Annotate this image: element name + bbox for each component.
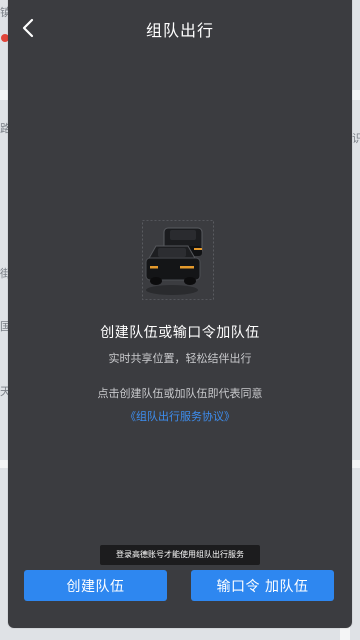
create-team-button[interactable]: 创建队伍: [24, 570, 167, 601]
join-with-code-button[interactable]: 输口令 加队伍: [191, 570, 334, 601]
page-title: 组队出行: [145, 21, 214, 40]
agreement-link[interactable]: 《组队出行服务协议》: [8, 408, 352, 424]
cars-illustration-icon: [142, 220, 214, 300]
subline: 实时共享位置，轻松结伴出行: [108, 352, 252, 365]
agreement-text: 点击创建队伍或加队伍即代表同意: [97, 387, 263, 400]
header: 组队出行: [8, 0, 352, 56]
headline: 创建队伍或输口令加队伍: [100, 325, 260, 341]
login-toast: 登录高德账号才能使用组队出行服务: [100, 545, 260, 565]
team-travel-panel: 组队出行 创建队伍或输口令加队伍 实时共享位置，轻松结伴出行 点击创建队伍或加队…: [8, 0, 352, 628]
map-label: 识: [352, 132, 360, 145]
